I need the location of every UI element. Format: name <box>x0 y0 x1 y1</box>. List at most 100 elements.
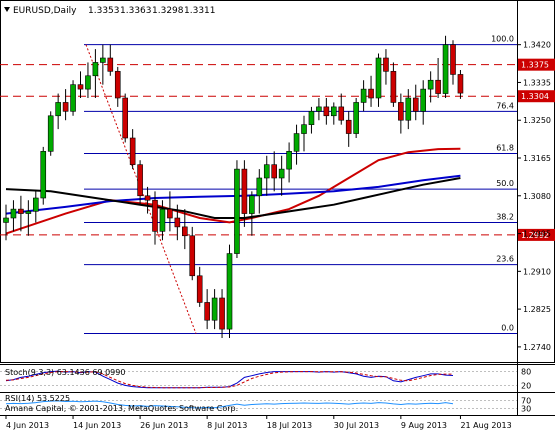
candle-body <box>263 164 270 179</box>
main-panel-frame <box>0 0 555 363</box>
candle-body <box>144 195 151 201</box>
candle-body <box>47 115 54 152</box>
candle-body <box>420 88 427 112</box>
stoch-title: Stoch(9,3,3) 63.1436 69.0990 <box>5 368 125 377</box>
price-tick-label: 1.3335 <box>523 78 551 87</box>
candle-body <box>301 124 307 134</box>
candle-body <box>338 106 345 121</box>
candle-body <box>405 97 412 121</box>
ohlc-high: 1.3363 <box>120 6 152 16</box>
rsi-title: RSI(14) 53.5225 <box>5 394 70 403</box>
candle-body <box>353 102 359 134</box>
price-tick-label: 1.3165 <box>523 154 551 163</box>
time-axis: 4 Jun 2013 14 Jun 2013 26 Jun 2013 8 Jul 20… <box>0 415 555 430</box>
fib-level-label: 38.2 <box>496 212 514 221</box>
candle-body <box>137 164 143 197</box>
candle-body <box>85 75 91 90</box>
ohlc-open: 1.3353 <box>88 6 120 16</box>
candle-body <box>129 137 136 165</box>
candle-body <box>398 102 404 121</box>
time-tick-label: 21 Aug 2013 <box>460 421 511 430</box>
candle-body <box>3 217 9 223</box>
time-tick-label: 8 Jul 2013 <box>207 421 247 430</box>
candle-body <box>234 168 240 254</box>
rsi-level-label: 30 <box>521 404 531 413</box>
candle-body <box>182 226 188 237</box>
chart-title: EURUSD,Daily <box>13 6 77 16</box>
time-tick-label: 14 Jun 2013 <box>73 421 121 430</box>
chart-canvas: 100.0 76.4 61.8 50.0 38.2 23.6 0.0 1.3375 1.330… <box>0 0 555 430</box>
candle-body <box>360 88 367 103</box>
fib-level-label: 0.0 <box>501 324 514 333</box>
candle-body <box>10 208 17 219</box>
candle-body <box>278 168 285 179</box>
fib-level-label: 76.4 <box>496 101 514 110</box>
candle-body <box>457 74 464 94</box>
candle-body <box>256 177 263 197</box>
price-tick-label: 1.2910 <box>523 267 551 276</box>
candle-body <box>152 199 158 232</box>
candle-body <box>122 97 128 139</box>
candle-body <box>427 79 434 90</box>
candle-body <box>412 97 419 112</box>
candle-body <box>167 208 173 219</box>
price-tick-label: 1.2740 <box>523 343 551 352</box>
fib-level-label: 100.0 <box>491 35 514 44</box>
price-tick-label: 1.3080 <box>523 192 551 201</box>
candle-body <box>323 106 330 117</box>
candle-body <box>18 208 24 214</box>
candle-body <box>219 297 225 330</box>
candle-body <box>174 217 181 228</box>
candle-body <box>204 302 210 321</box>
time-tick-label: 26 Jun 2013 <box>140 421 188 430</box>
candle-body <box>114 71 121 99</box>
fib-level-label: 23.6 <box>496 255 514 264</box>
fib-level-label: 61.8 <box>496 144 514 153</box>
candle-body <box>55 102 61 117</box>
candle-body <box>308 111 315 125</box>
ohlc-close: 1.3311 <box>184 6 216 16</box>
price-tick-label: 1.3250 <box>523 116 551 125</box>
price-axis: 1.3420 1.3335 1.3250 1.3165 1.3080 1.2995 1.29… <box>517 41 551 352</box>
candle-body <box>77 84 84 90</box>
candle-body <box>383 57 389 72</box>
price-tick-label: 1.2995 <box>523 230 551 239</box>
candle-body <box>62 102 69 112</box>
candle-body <box>196 275 203 303</box>
candle-body <box>316 106 322 112</box>
candle-body <box>107 57 114 72</box>
time-tick-label: 30 Jul 2013 <box>334 421 379 430</box>
candle-body <box>293 133 300 152</box>
candle-body <box>375 57 382 99</box>
candle-body <box>249 195 255 214</box>
candle-body <box>159 208 166 232</box>
price-tick-label: 1.3420 <box>523 41 551 50</box>
candle-body <box>92 62 99 77</box>
time-tick-label: 9 Aug 2013 <box>401 421 447 430</box>
candle-body <box>442 44 449 94</box>
fib-level-label: 50.0 <box>496 179 514 188</box>
price-tick-label: 1.2825 <box>523 305 551 314</box>
candle-body <box>345 119 352 134</box>
candle-body <box>330 106 337 117</box>
candle-body <box>241 168 248 214</box>
stoch-level-label: 20 <box>521 381 531 390</box>
candle-body <box>368 88 374 99</box>
candle-body <box>25 211 32 214</box>
candle-body <box>226 253 233 330</box>
candle-body <box>211 297 218 321</box>
stoch-level-label: 80 <box>521 368 531 377</box>
candle-body <box>70 84 76 112</box>
candle-body <box>40 151 47 199</box>
candle-body <box>271 164 278 179</box>
candle-body <box>32 197 39 212</box>
time-tick-label: 4 Jun 2013 <box>6 421 49 430</box>
copyright-text: Amana Capital, © 2001-2013, MetaQuotes S… <box>5 404 238 413</box>
ohlc-low: 1.3298 <box>152 6 184 16</box>
time-tick-label: 18 Jul 2013 <box>267 421 312 430</box>
candle-body <box>100 57 106 63</box>
candle-body <box>435 79 441 94</box>
price-level-label: 1.3304 <box>521 92 549 101</box>
candle-body <box>189 235 196 277</box>
price-level-label: 1.3375 <box>521 61 549 70</box>
